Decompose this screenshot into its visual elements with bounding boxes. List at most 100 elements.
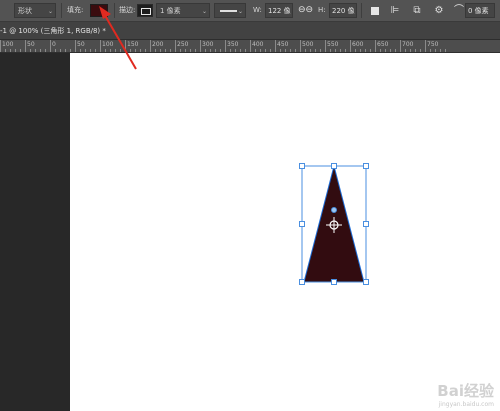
ruler-minor-tick bbox=[285, 49, 286, 52]
ruler-major-tick bbox=[400, 40, 401, 52]
ruler-minor-tick bbox=[410, 49, 411, 52]
divider bbox=[61, 3, 62, 18]
ruler-minor-tick bbox=[320, 49, 321, 52]
ruler-minor-tick bbox=[70, 49, 71, 52]
height-label: H: bbox=[318, 6, 326, 14]
ruler-minor-tick bbox=[310, 49, 311, 52]
ruler-minor-tick bbox=[155, 49, 156, 52]
ruler-minor-tick bbox=[110, 49, 111, 52]
ruler-major-tick bbox=[75, 40, 76, 52]
ruler-major-tick bbox=[150, 40, 151, 52]
chevron-down-icon: ⌄ bbox=[201, 8, 207, 15]
gear-icon[interactable]: ⚙ bbox=[432, 4, 446, 18]
height-input[interactable]: 220 像 bbox=[329, 3, 357, 18]
ruler-minor-tick bbox=[65, 49, 66, 52]
fill-label: 填充: bbox=[67, 6, 84, 14]
document-tab-bar: -1 @ 100% (三角形 1, RGB/8) * bbox=[0, 22, 500, 40]
ruler-minor-tick bbox=[195, 49, 196, 52]
shape-mode-dropdown[interactable]: 形状 ⌄ bbox=[14, 3, 56, 18]
ruler-major-tick bbox=[100, 40, 101, 52]
height-value: 220 像 bbox=[332, 7, 355, 15]
ruler-tick-label: 0 bbox=[52, 41, 56, 48]
document-tab-title[interactable]: -1 @ 100% (三角形 1, RGB/8) * bbox=[0, 26, 106, 36]
ruler-major-tick bbox=[175, 40, 176, 52]
ruler-minor-tick bbox=[240, 49, 241, 52]
ruler-minor-tick bbox=[120, 49, 121, 52]
ruler-tick-label: 100 bbox=[102, 41, 114, 48]
ruler-minor-tick bbox=[435, 49, 436, 52]
ruler-minor-tick bbox=[10, 49, 11, 52]
handle-top-right[interactable] bbox=[363, 163, 369, 169]
chevron-down-icon: ⌄ bbox=[47, 8, 53, 15]
stroke-width-value: 1 像素 bbox=[160, 7, 181, 15]
ruler-major-tick bbox=[125, 40, 126, 52]
ruler-tick-label: 450 bbox=[277, 41, 289, 48]
ruler-minor-tick bbox=[130, 49, 131, 52]
ruler-minor-tick bbox=[385, 49, 386, 52]
path-operations-icon[interactable] bbox=[368, 4, 382, 18]
ruler-minor-tick bbox=[145, 49, 146, 52]
width-input[interactable]: 122 像 bbox=[265, 3, 293, 18]
ruler-tick-label: 650 bbox=[377, 41, 389, 48]
handle-bottom-center[interactable] bbox=[331, 279, 337, 285]
ruler-minor-tick bbox=[390, 49, 391, 52]
divider bbox=[361, 3, 362, 18]
ruler-major-tick bbox=[0, 40, 1, 52]
handle-middle-right[interactable] bbox=[363, 221, 369, 227]
ruler-major-tick bbox=[375, 40, 376, 52]
ruler-minor-tick bbox=[5, 49, 6, 52]
stroke-label: 描边: bbox=[119, 6, 136, 14]
handle-top-left[interactable] bbox=[299, 163, 305, 169]
fill-color-swatch[interactable] bbox=[90, 4, 108, 17]
ruler-minor-tick bbox=[220, 49, 221, 52]
ruler-minor-tick bbox=[265, 49, 266, 52]
ruler-minor-tick bbox=[340, 49, 341, 52]
ruler-minor-tick bbox=[245, 49, 246, 52]
ruler-minor-tick bbox=[190, 49, 191, 52]
ruler-minor-tick bbox=[420, 49, 421, 52]
stroke-color-swatch[interactable] bbox=[137, 4, 153, 17]
ruler-minor-tick bbox=[170, 49, 171, 52]
ruler-minor-tick bbox=[185, 49, 186, 52]
ruler-minor-tick bbox=[135, 49, 136, 52]
watermark-text: Bai经验 bbox=[437, 382, 494, 400]
ruler-minor-tick bbox=[115, 49, 116, 52]
link-icon[interactable]: ⊖⊖ bbox=[298, 3, 313, 18]
path-alignment-icon[interactable]: ⊫ bbox=[388, 4, 402, 18]
stroke-width-field[interactable]: 1 像素 ⌄ bbox=[156, 3, 210, 18]
ruler-major-tick bbox=[425, 40, 426, 52]
ruler-minor-tick bbox=[55, 49, 56, 52]
handle-middle-left[interactable] bbox=[299, 221, 305, 227]
ruler-minor-tick bbox=[260, 49, 261, 52]
corner-radius-input[interactable]: 0 像素 bbox=[465, 3, 495, 18]
ruler-major-tick bbox=[200, 40, 201, 52]
ruler-minor-tick bbox=[105, 49, 106, 52]
handle-bottom-right[interactable] bbox=[363, 279, 369, 285]
ruler-minor-tick bbox=[35, 49, 36, 52]
ruler-minor-tick bbox=[80, 49, 81, 52]
ruler-minor-tick bbox=[45, 49, 46, 52]
ruler-minor-tick bbox=[430, 49, 431, 52]
stroke-type-dropdown[interactable]: ⌄ bbox=[214, 3, 246, 18]
triangle-shape[interactable] bbox=[296, 161, 372, 289]
ruler-minor-tick bbox=[15, 49, 16, 52]
ruler-minor-tick bbox=[235, 49, 236, 52]
rotation-pivot-handle[interactable] bbox=[331, 207, 337, 213]
handle-bottom-left[interactable] bbox=[299, 279, 305, 285]
ruler-tick-label: 750 bbox=[427, 41, 439, 48]
ruler-major-tick bbox=[25, 40, 26, 52]
document-canvas[interactable] bbox=[70, 53, 500, 411]
ruler-minor-tick bbox=[30, 49, 31, 52]
handle-top-center[interactable] bbox=[331, 163, 337, 169]
ruler-minor-tick bbox=[140, 49, 141, 52]
ruler-tick-label: 500 bbox=[302, 41, 314, 48]
ruler-minor-tick bbox=[255, 49, 256, 52]
ruler-tick-label: 50 bbox=[27, 41, 35, 48]
ruler-minor-tick bbox=[405, 49, 406, 52]
ruler-minor-tick bbox=[85, 49, 86, 52]
shape-mode-label: 形状 bbox=[18, 7, 32, 15]
path-arrangement-icon[interactable]: ⧉ bbox=[410, 4, 424, 18]
watermark-logo: Bai经验 jingyan.baidu.com bbox=[437, 380, 494, 408]
horizontal-ruler[interactable]: 100 50 0 50 100 150 200 250 300 350 400 450 500 550 60… bbox=[0, 40, 500, 53]
width-value: 122 像 bbox=[268, 7, 291, 15]
